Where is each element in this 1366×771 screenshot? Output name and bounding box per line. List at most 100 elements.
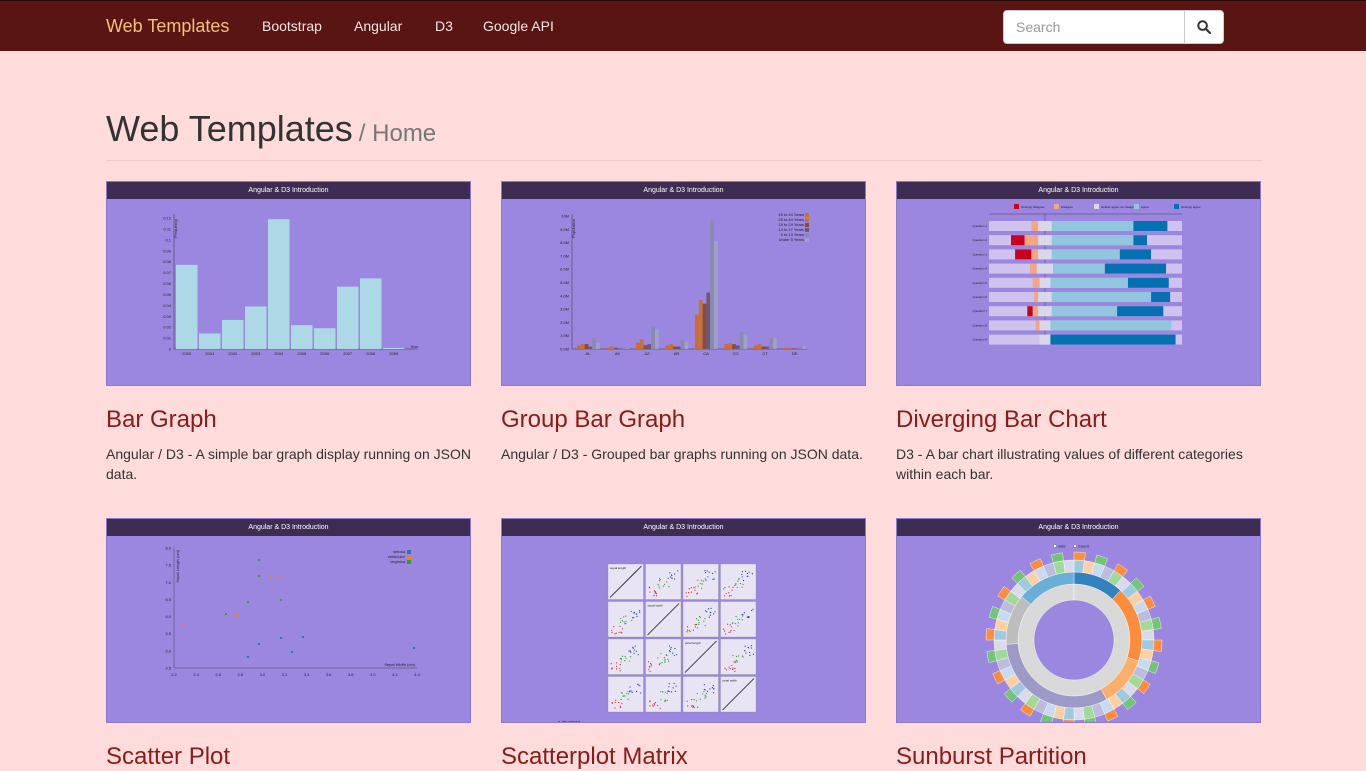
card-thumbnail[interactable]: Angular & D3 Introduction Strongly disag… [896, 181, 1261, 386]
card-scatterplot-matrix: Angular & D3 Introduction sepal length se… [501, 518, 866, 771]
segment [1038, 221, 1052, 231]
matrix-point [704, 569, 706, 572]
search-button[interactable] [1185, 11, 1223, 43]
y-tick-label: 0.05 [163, 292, 172, 297]
matrix-point [611, 702, 613, 704]
matrix-point [686, 700, 688, 702]
matrix-point [667, 658, 669, 660]
y-tick-label: 0 [169, 347, 172, 352]
matrix-point [619, 621, 622, 623]
matrix-cell [607, 676, 644, 713]
ring-4-segment [1153, 639, 1163, 652]
group-bar [710, 220, 714, 349]
card-thumbnail[interactable]: Angular & D3 Introduction sepal length se… [501, 518, 866, 723]
y-tick-label: 0.06 [163, 281, 172, 286]
nav-link-d3[interactable]: D3 [435, 18, 453, 34]
matrix-point [620, 698, 622, 701]
matrix-point [747, 575, 749, 577]
card-sunburst-partition: Angular & D3 Introduction Size Count Sunb… [896, 518, 1261, 771]
group-bar [617, 348, 622, 349]
card-title[interactable]: Scatter Plot [106, 743, 471, 771]
group-bar [676, 346, 681, 349]
ring-4-segment [1073, 551, 1086, 561]
matrix-point [704, 625, 706, 627]
matrix-point [749, 654, 751, 656]
matrix-point [649, 705, 651, 707]
matrix-point [663, 583, 666, 585]
matrix-point [742, 583, 744, 585]
y-tick-label: 0.09 [163, 248, 172, 253]
matrix-point [660, 691, 662, 693]
thumbnail-caption: Angular & D3 Introduction [107, 519, 470, 536]
scatter-plot-preview: 8.0 7.5 7.0 6.5 6.0 5.5 5.0 4.52.2 2.4 2.6 2.8 3.0 3… [165, 546, 420, 678]
ring-4-segment [1063, 719, 1075, 722]
segment [1051, 235, 1134, 246]
ring-4-segment [985, 628, 995, 641]
matrix-point [697, 585, 699, 587]
matrix-point [699, 582, 701, 585]
matrix-point [615, 632, 617, 634]
matrix-point [673, 654, 675, 657]
card-thumbnail[interactable]: Angular & D3 Introduction 10M 9.0M 8.0M 7.0… [501, 181, 866, 386]
matrix-point [652, 705, 654, 707]
matrix-point [746, 572, 749, 575]
matrix-point [640, 692, 642, 694]
matrix-point [741, 586, 743, 588]
group-bar [794, 348, 799, 349]
matrix-point [660, 652, 662, 655]
matrix-point [698, 623, 700, 626]
matrix-point [706, 570, 708, 572]
matrix-point [744, 645, 746, 647]
data-point [412, 646, 416, 650]
card-title[interactable]: Diverging Bar Chart [896, 406, 1261, 434]
card-thumbnail[interactable]: Angular & D3 Introduction 0.12 0.11 0.1 0.0… [106, 181, 471, 386]
bar [337, 286, 359, 349]
matrix-point [647, 661, 650, 663]
matrix-point [752, 653, 754, 655]
nav-link-bootstrap[interactable]: Bootstrap [262, 18, 322, 34]
row-label: Question 8 [972, 323, 987, 327]
brand-link[interactable]: Web Templates [106, 16, 229, 37]
card-thumbnail[interactable]: Angular & D3 Introduction Size Count [896, 518, 1261, 723]
legend-swatch [805, 233, 809, 237]
matrix-point [626, 692, 628, 695]
ring-3-segment [1073, 707, 1085, 721]
matrix-point [750, 647, 753, 649]
x-tick-label: 2008 [366, 351, 376, 356]
matrix-point [697, 579, 699, 581]
legend-swatch [805, 213, 809, 217]
segment [1027, 306, 1033, 317]
matrix-point [694, 586, 696, 588]
nav-link-angular[interactable]: Angular [354, 18, 402, 34]
group-bar [724, 344, 729, 349]
matrix-point [747, 646, 749, 648]
matrix-point [666, 581, 668, 583]
matrix-point [649, 670, 651, 672]
matrix-point [672, 687, 674, 689]
segment [1024, 235, 1039, 246]
matrix-point [674, 573, 676, 575]
x-tick-label: 2007 [343, 351, 353, 356]
nav-link-google-api[interactable]: Google API [483, 18, 554, 34]
data-point [246, 655, 250, 659]
matrix-point [618, 701, 620, 704]
card-title[interactable]: Group Bar Graph [501, 406, 866, 434]
matrix-point [614, 633, 616, 635]
legend-swatch [805, 223, 809, 227]
radio-label: Count [1078, 544, 1090, 549]
card-title[interactable]: Bar Graph [106, 406, 471, 434]
group-bar [651, 326, 655, 349]
search-input[interactable] [1004, 11, 1185, 43]
card-title[interactable]: Scatterplot Matrix [501, 743, 866, 771]
matrix-point [742, 579, 745, 582]
matrix-point [628, 650, 630, 652]
card-title[interactable]: Sunburst Partition [896, 743, 1261, 771]
bar [176, 264, 198, 349]
matrix-point [687, 591, 690, 594]
matrix-point [728, 631, 730, 634]
matrix-point [708, 616, 710, 618]
matrix-point [689, 631, 691, 633]
matrix-point [710, 607, 712, 609]
card-thumbnail[interactable]: Angular & D3 Introduction 8.0 7.5 7.0 6.5 6.… [106, 518, 471, 723]
matrix-cell [607, 601, 644, 638]
